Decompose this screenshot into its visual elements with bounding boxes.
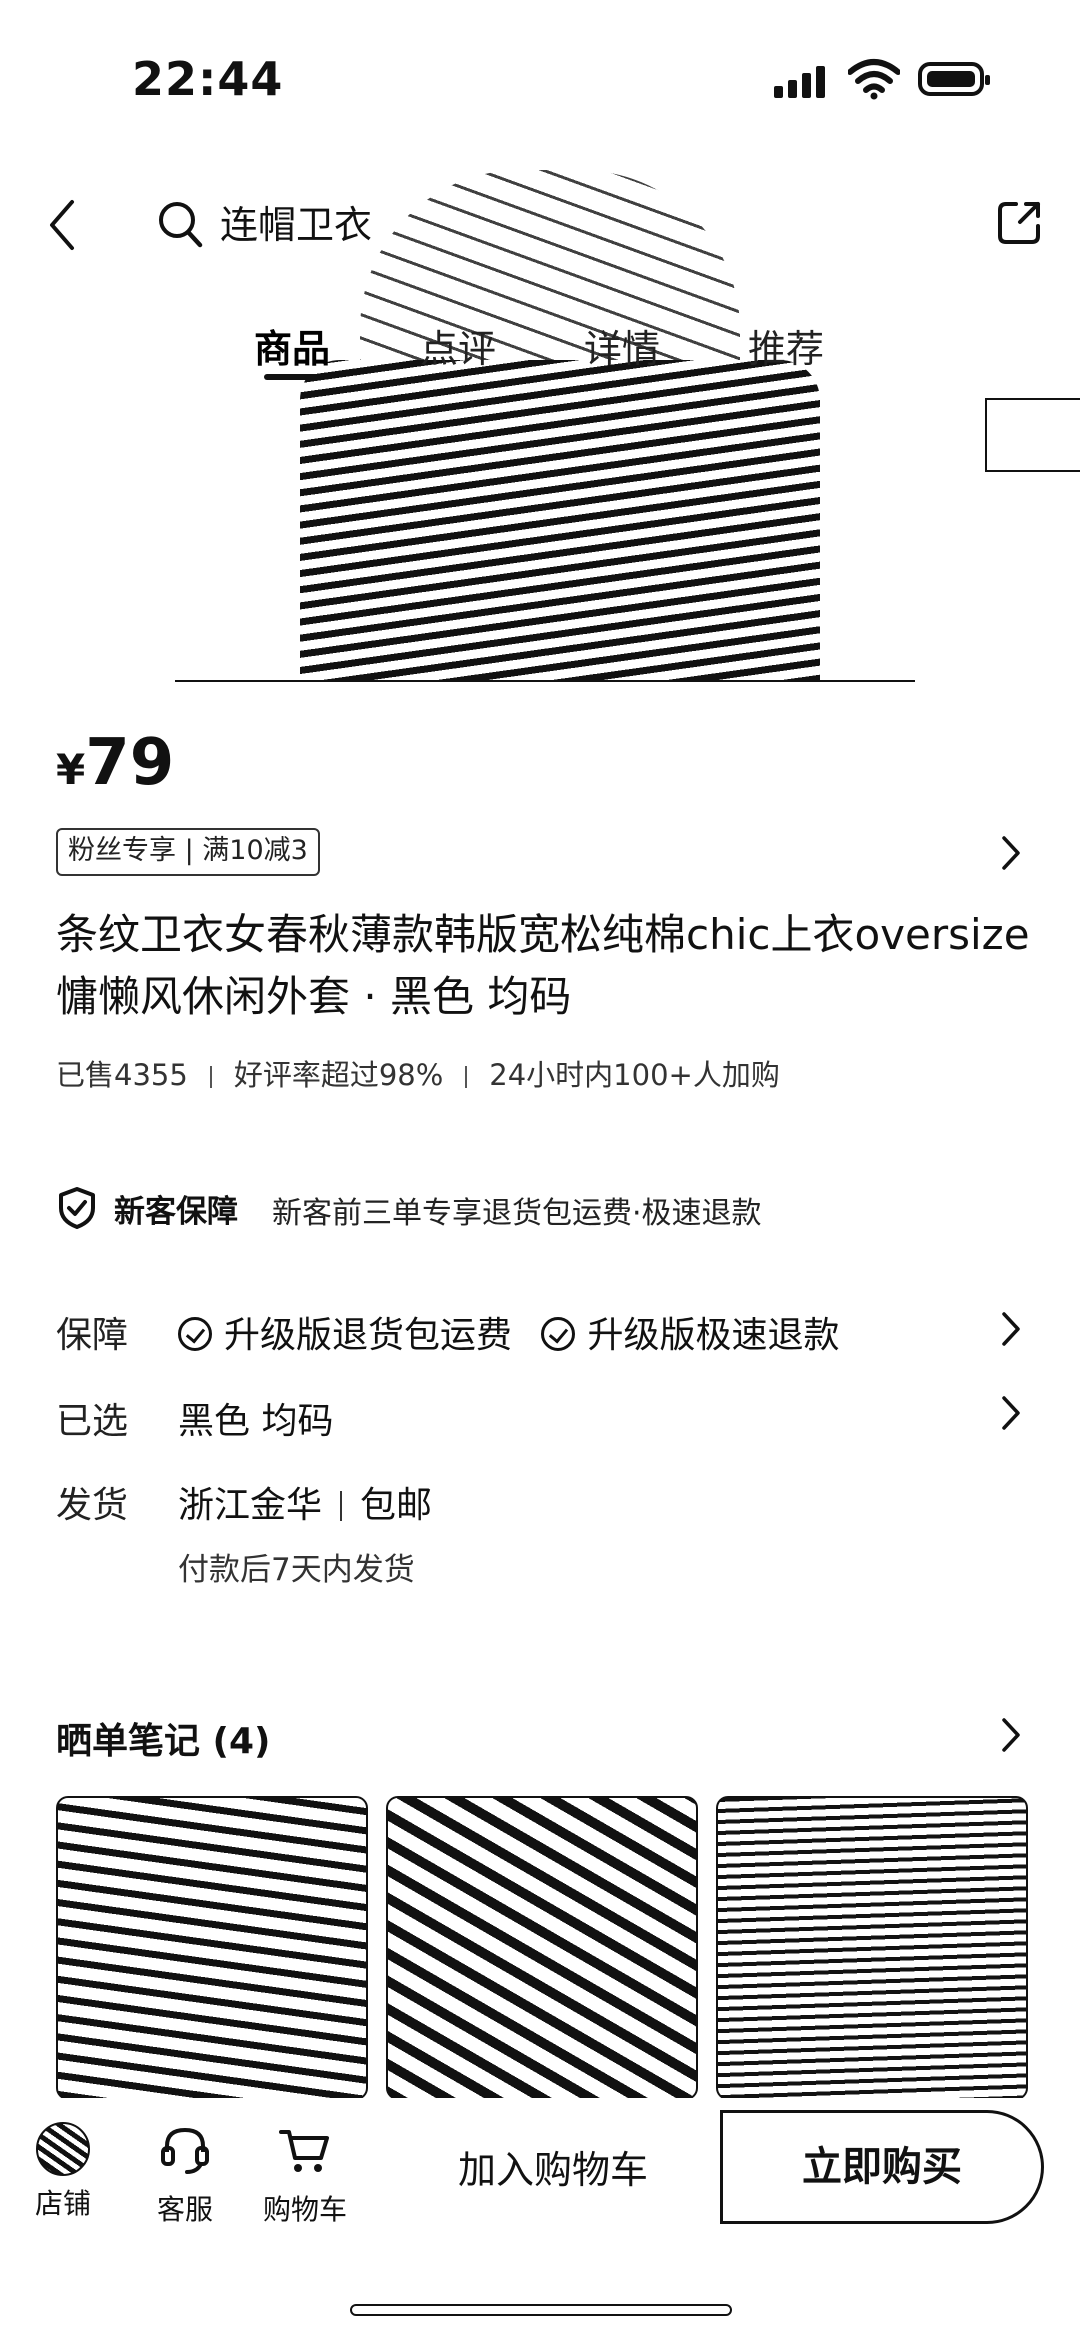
search-icon[interactable] xyxy=(156,198,204,250)
shopping-cart-icon xyxy=(279,2130,329,2172)
add-to-cart-button[interactable]: 加入购物车 xyxy=(438,2132,668,2208)
divider xyxy=(209,1066,212,1088)
chevron-right-icon[interactable] xyxy=(1000,834,1022,872)
shipping-fee: 包邮 xyxy=(360,1485,433,1526)
note-thumbnail[interactable] xyxy=(56,1796,368,2100)
coupon-badge[interactable]: 粉丝专享 | 满10减3 xyxy=(56,828,320,876)
note-thumbnail[interactable] xyxy=(716,1796,1028,2100)
active-tab-indicator xyxy=(264,374,324,380)
shipping-time-note: 付款后7天内发货 xyxy=(178,1552,415,1588)
share-icon[interactable] xyxy=(994,196,1046,248)
tab-reviews[interactable]: 点评 xyxy=(420,318,496,373)
divider xyxy=(340,1491,343,1521)
selected-variant[interactable]: 黑色 均码 xyxy=(178,1392,333,1444)
customer-service-label: 客服 xyxy=(156,2193,213,2226)
divider xyxy=(465,1066,468,1088)
search-query-text[interactable]: 连帽卫衣 xyxy=(220,194,372,249)
product-tabs: 商品 点评 详情 推荐 xyxy=(0,318,1080,380)
chevron-right-icon[interactable] xyxy=(1000,1716,1022,1754)
note-thumbnail[interactable] xyxy=(386,1796,698,2100)
shipping-origin: 浙江金华 xyxy=(178,1485,323,1526)
cellular-signal-icon xyxy=(774,64,834,98)
notes-section-title[interactable]: 晒单笔记 (4) xyxy=(56,1712,271,1764)
protection-item-return-shipping: 升级版退货包运费 xyxy=(224,1315,513,1356)
hero-photo-side-card xyxy=(985,398,1080,472)
chevron-right-icon[interactable] xyxy=(1000,1394,1022,1432)
shop-label: 店铺 xyxy=(34,2187,91,2220)
shipping-info: 浙江金华 包邮 xyxy=(178,1476,432,1528)
new-customer-guarantee-label: 新客保障 xyxy=(114,1194,238,1230)
new-customer-guarantee-desc[interactable]: 新客前三单专享退货包运费·极速退款 xyxy=(272,1188,762,1232)
sold-count: 已售4355 xyxy=(56,1058,188,1092)
home-indicator[interactable] xyxy=(350,2304,732,2316)
cart-button[interactable]: 购物车 xyxy=(250,2122,360,2228)
tab-product[interactable]: 商品 xyxy=(254,318,330,373)
shipping-label: 发货 xyxy=(56,1485,129,1526)
chevron-right-icon[interactable] xyxy=(1000,1310,1022,1348)
shield-check-icon xyxy=(59,1187,95,1229)
headset-icon xyxy=(161,2127,209,2174)
shop-avatar-icon xyxy=(36,2122,90,2176)
cart-adds-text: 24小时内100+人加购 xyxy=(489,1058,780,1092)
selected-label: 已选 xyxy=(56,1401,129,1442)
currency-symbol: ¥ xyxy=(56,745,86,794)
check-circle-icon xyxy=(541,1317,576,1351)
price: ¥79 xyxy=(56,726,174,800)
customer-service-button[interactable]: 客服 xyxy=(130,2122,240,2228)
shop-button[interactable]: 店铺 xyxy=(8,2122,118,2222)
cart-label: 购物车 xyxy=(262,2193,347,2226)
hero-photo-edge xyxy=(175,680,915,682)
product-title: 条纹卫衣女春秋薄款韩版宽松纯棉chic上衣oversize慵懒风休闲外套 · 黑… xyxy=(56,910,1030,1021)
back-arrow-icon[interactable] xyxy=(46,198,78,252)
protection-items[interactable]: 升级版退货包运费 升级版极速退款 xyxy=(178,1306,839,1358)
tab-recommend[interactable]: 推荐 xyxy=(748,318,824,373)
tab-details[interactable]: 详情 xyxy=(584,318,660,373)
battery-icon xyxy=(918,62,990,96)
status-time: 22:44 xyxy=(132,52,284,106)
protection-item-fast-refund: 升级版极速退款 xyxy=(587,1315,840,1356)
check-circle-icon xyxy=(178,1317,212,1351)
protection-label: 保障 xyxy=(56,1315,129,1356)
rating-text: 好评率超过98% xyxy=(233,1058,444,1092)
buy-now-button[interactable]: 立即购买 xyxy=(720,2110,1044,2224)
sales-info: 已售4355 好评率超过98% 24小时内100+人加购 xyxy=(56,1052,780,1094)
price-value: 79 xyxy=(85,726,175,800)
hero-photo-striped-shirt xyxy=(300,360,820,682)
wifi-icon xyxy=(848,59,900,100)
